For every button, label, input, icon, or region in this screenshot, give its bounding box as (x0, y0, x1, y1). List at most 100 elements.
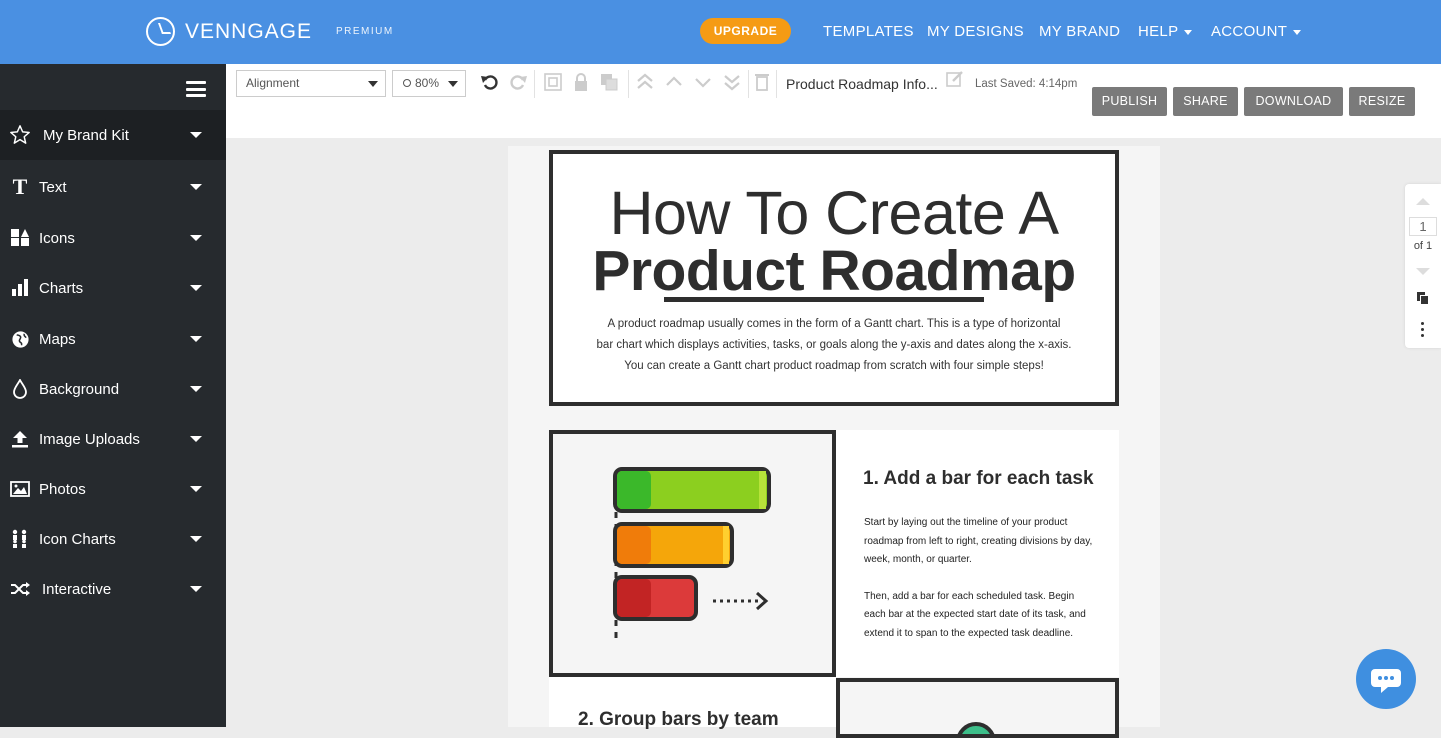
plan-badge: PREMIUM (336, 26, 394, 37)
edit-icon[interactable] (944, 70, 966, 92)
zoom-value: 80% (415, 76, 440, 90)
sidebar-item-label: Photos (39, 480, 86, 498)
people-icon (9, 528, 31, 550)
send-backward-icon[interactable] (692, 72, 714, 94)
brand-name: VENNGAGE (185, 19, 313, 43)
chat-support-button[interactable] (1356, 649, 1416, 709)
download-button[interactable]: DOWNLOAD (1244, 87, 1343, 116)
sidebar-item-label: Icon Charts (39, 530, 116, 548)
sidebar-item-label: Background (39, 380, 120, 398)
step2-text-card[interactable]: 2. Group bars by team (549, 677, 836, 730)
image-icon (9, 478, 31, 500)
chevron-down-icon (190, 586, 202, 592)
sidebar-item-icon-charts[interactable]: Icon Charts (0, 514, 226, 564)
redo-icon[interactable] (507, 72, 529, 94)
hamburger-menu-icon[interactable] (186, 81, 206, 97)
chevron-down-icon (1293, 29, 1302, 35)
hero-description[interactable]: A product roadmap usually comes in the f… (573, 314, 1095, 377)
chevron-down-icon (190, 132, 202, 138)
share-button[interactable]: SHARE (1173, 87, 1238, 116)
sidebar-item-image-uploads[interactable]: Image Uploads (0, 414, 226, 464)
step1-illustration-card[interactable] (549, 430, 836, 677)
sidebar-item-label: Charts (39, 279, 84, 297)
nav-my-designs[interactable]: MY DESIGNS (927, 23, 1024, 40)
alignment-select[interactable]: Alignment (236, 70, 386, 97)
toolbar-divider (534, 70, 535, 98)
upgrade-button[interactable]: UPGRADE (700, 18, 791, 44)
chevron-down-icon (190, 285, 202, 291)
sidebar-item-text[interactable]: T Text (0, 162, 226, 212)
nav-account-label: ACCOUNT (1211, 23, 1288, 40)
design-canvas[interactable]: How To Create A Product Roadmap A produc… (508, 146, 1160, 738)
page-number-input[interactable]: 1 (1409, 217, 1437, 236)
logo-clock-icon (146, 17, 175, 46)
step1-text-card[interactable]: 1. Add a bar for each task Start by layi… (836, 430, 1119, 677)
hero-title-line-2[interactable]: Product Roadmap (553, 238, 1115, 304)
chevron-down-icon (368, 81, 378, 87)
nav-my-brand[interactable]: MY BRAND (1039, 23, 1120, 40)
sidebar-item-icons[interactable]: Icons (0, 213, 226, 263)
sidebar-item-my-brand-kit[interactable]: My Brand Kit (0, 110, 226, 160)
chevron-down-icon (190, 386, 202, 392)
zoom-search-icon (403, 79, 411, 87)
send-to-back-icon[interactable] (721, 72, 743, 94)
toolbar-divider (776, 70, 777, 98)
hero-card[interactable]: How To Create A Product Roadmap A produc… (549, 150, 1119, 406)
zoom-select[interactable]: 80% (392, 70, 466, 97)
chevron-down-icon (190, 336, 202, 342)
sidebar-item-label: Icons (39, 229, 75, 247)
left-sidebar: My Brand Kit T Text Icons Charts Maps Ba… (0, 64, 226, 727)
nav-account[interactable]: ACCOUNT (1211, 23, 1302, 40)
alignment-value: Alignment (246, 76, 300, 90)
lock-icon[interactable] (570, 72, 592, 94)
globe-icon (9, 328, 31, 350)
shapes-icon (9, 227, 31, 249)
bring-forward-icon[interactable] (663, 72, 685, 94)
chevron-down-icon (190, 184, 202, 190)
chevron-down-icon (448, 81, 458, 87)
publish-button[interactable]: PUBLISH (1092, 87, 1167, 116)
nav-help-label: HELP (1138, 23, 1179, 40)
bring-to-front-icon[interactable] (634, 72, 656, 94)
page-navigator: 1 of 1 (1405, 184, 1441, 348)
team-avatar-illustration (957, 722, 995, 734)
step2-illustration-card[interactable] (836, 678, 1119, 738)
shuffle-icon (9, 578, 31, 600)
venngage-logo[interactable]: VENNGAGE (146, 17, 312, 46)
text-icon: T (12, 174, 28, 199)
drop-icon (9, 378, 31, 400)
sidebar-item-background[interactable]: Background (0, 364, 226, 414)
sidebar-item-label: Image Uploads (39, 430, 140, 448)
page-down-icon[interactable] (1416, 268, 1430, 275)
chevron-down-icon (190, 436, 202, 442)
sidebar-item-maps[interactable]: Maps (0, 314, 226, 364)
step1-paragraph: Start by laying out the timeline of your… (864, 517, 1093, 565)
more-options-icon[interactable] (1421, 322, 1425, 340)
sidebar-item-photos[interactable]: Photos (0, 464, 226, 514)
copy-page-icon[interactable] (1417, 292, 1429, 305)
step1-body[interactable]: Start by laying out the timeline of your… (864, 514, 1094, 643)
sidebar-item-label: Text (39, 178, 67, 196)
chevron-down-icon (190, 486, 202, 492)
step1-title[interactable]: 1. Add a bar for each task (863, 468, 1094, 490)
nav-help[interactable]: HELP (1138, 23, 1193, 40)
duplicate-icon[interactable] (598, 72, 620, 94)
toolbar-divider (628, 70, 629, 98)
sidebar-item-charts[interactable]: Charts (0, 263, 226, 313)
step1-paragraph: Then, add a bar for each scheduled task.… (864, 590, 1086, 639)
chevron-down-icon (1184, 29, 1193, 35)
nav-templates[interactable]: TEMPLATES (823, 23, 914, 40)
page-up-icon[interactable] (1416, 198, 1430, 205)
hero-description-line: You can create a Gantt chart product roa… (624, 360, 1044, 372)
group-icon[interactable] (542, 72, 564, 94)
resize-button[interactable]: RESIZE (1349, 87, 1415, 116)
sidebar-item-interactive[interactable]: Interactive (0, 564, 226, 614)
step2-title[interactable]: 2. Group bars by team (578, 709, 779, 731)
undo-icon[interactable] (479, 72, 501, 94)
gantt-bars-illustration (613, 467, 771, 638)
document-title[interactable]: Product Roadmap Info... (786, 76, 938, 92)
trash-icon[interactable] (751, 72, 773, 94)
last-saved-status: Last Saved: 4:14pm (975, 78, 1078, 90)
page-count: of 1 (1413, 240, 1433, 252)
chevron-down-icon (190, 235, 202, 241)
